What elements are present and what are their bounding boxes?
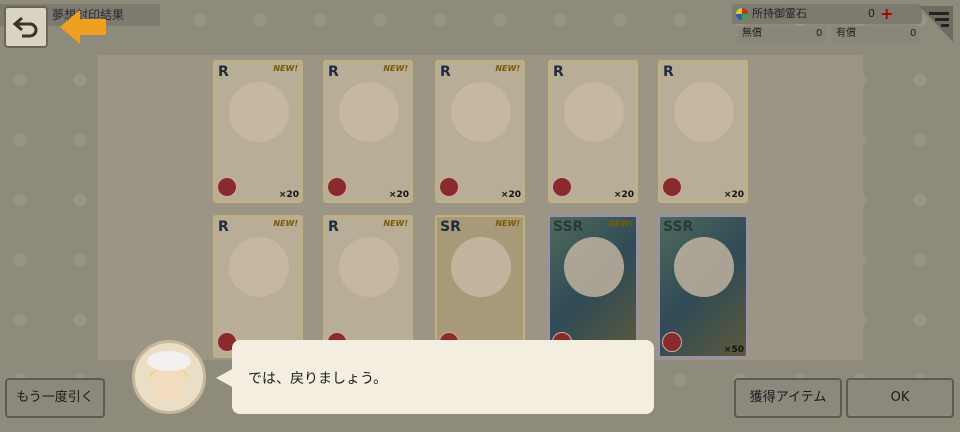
back-button[interactable] [4, 6, 48, 48]
result-card[interactable]: R NEW! ×20 [323, 60, 413, 203]
ok-button[interactable]: OK [846, 378, 954, 418]
character-portrait [451, 82, 511, 142]
character-portrait [451, 237, 511, 297]
guide-character-avatar [132, 340, 206, 414]
new-badge: NEW! [495, 64, 520, 73]
character-portrait [674, 237, 734, 297]
result-card[interactable]: R NEW! ×20 [213, 60, 303, 203]
free-stone-label: 無償 [742, 28, 762, 39]
character-portrait [674, 82, 734, 142]
character-portrait [564, 82, 624, 142]
dialog-text: では、戻りましょう。 [248, 371, 388, 387]
rarity-label: R [440, 64, 451, 80]
card-type-icon [327, 177, 347, 197]
free-stone: 無償 0 [738, 26, 826, 42]
rarity-label: R [328, 64, 339, 80]
result-card[interactable]: R ×20 [548, 60, 638, 203]
new-badge: NEW! [383, 64, 408, 73]
card-count: ×20 [278, 190, 299, 200]
rarity-label: SSR [553, 219, 584, 235]
new-badge: NEW! [273, 64, 298, 73]
card-type-icon [439, 177, 459, 197]
card-type-icon [662, 332, 682, 352]
hint-arrow-icon [60, 10, 106, 44]
stone-label: 所持御霊石 [752, 7, 807, 20]
character-portrait [229, 237, 289, 297]
rarity-label: R [553, 64, 564, 80]
card-count: ×20 [723, 190, 744, 200]
paid-stone: 有償 0 [832, 26, 920, 42]
result-card[interactable]: SSR NEW! [548, 215, 638, 358]
add-stone-icon[interactable]: + [880, 4, 893, 24]
card-count: ×20 [613, 190, 634, 200]
stone-counter: 所持御霊石 0 + 無償 0 有償 0 [732, 4, 932, 44]
result-card[interactable]: R NEW! ×20 [435, 60, 525, 203]
result-card[interactable]: SSR ×50 [658, 215, 748, 358]
card-count: ×20 [388, 190, 409, 200]
rarity-label: R [218, 219, 229, 235]
rarity-label: R [218, 64, 229, 80]
rarity-label: R [663, 64, 674, 80]
new-badge: NEW! [608, 219, 633, 228]
free-stone-count: 0 [816, 28, 823, 39]
rarity-label: R [328, 219, 339, 235]
new-badge: NEW! [273, 219, 298, 228]
card-count: ×20 [500, 190, 521, 200]
character-portrait [339, 82, 399, 142]
card-type-icon [552, 177, 572, 197]
card-type-icon [662, 177, 682, 197]
result-card[interactable]: R NEW! [213, 215, 303, 358]
new-badge: NEW! [495, 219, 520, 228]
rarity-label: SSR [663, 219, 694, 235]
card-count: ×50 [723, 345, 744, 355]
stone-icon [736, 8, 748, 20]
obtained-items-button[interactable]: 獲得アイテム [734, 378, 842, 418]
character-portrait [339, 237, 399, 297]
card-type-icon [217, 177, 237, 197]
character-portrait [564, 237, 624, 297]
paid-stone-label: 有償 [836, 28, 856, 39]
new-badge: NEW! [383, 219, 408, 228]
dialog-bubble: では、戻りましょう。 [232, 340, 654, 414]
draw-again-button[interactable]: もう一度引く [5, 378, 105, 418]
result-card[interactable]: SR NEW! [435, 215, 525, 358]
result-card[interactable]: R NEW! [323, 215, 413, 358]
stone-count: 0 [868, 7, 875, 20]
rarity-label: SR [440, 219, 461, 235]
back-arrow-icon [12, 16, 38, 38]
menu-icon[interactable] [915, 4, 955, 44]
result-card[interactable]: R ×20 [658, 60, 748, 203]
character-portrait [229, 82, 289, 142]
